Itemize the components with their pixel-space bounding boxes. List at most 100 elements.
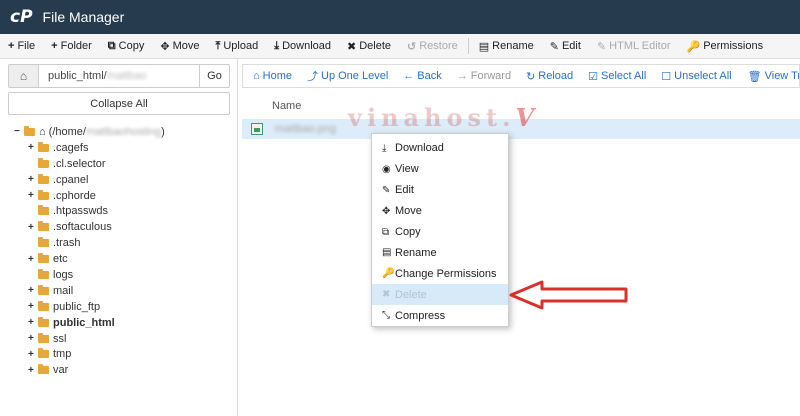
menu-item-label: Rename bbox=[395, 246, 437, 259]
folder-icon bbox=[38, 189, 49, 200]
up-one-level-button[interactable]: ⤴ Up One Level bbox=[307, 68, 388, 84]
expand-toggle-icon[interactable]: + bbox=[28, 254, 38, 265]
menu-item-compress[interactable]: ⤡ Compress bbox=[372, 305, 508, 326]
cpanel-logo: cP bbox=[10, 7, 33, 27]
menu-item-edit[interactable]: ✎ Edit bbox=[372, 180, 508, 201]
tree-item[interactable]: + .cpanel bbox=[28, 172, 234, 188]
folder-button[interactable]: + Folder bbox=[51, 40, 92, 52]
menu-item-delete[interactable]: ✖ Delete bbox=[372, 284, 508, 306]
forward-button[interactable]: → Forward bbox=[457, 70, 511, 82]
file-name: mattbao.png bbox=[275, 123, 337, 135]
html-editor-button[interactable]: ✎ HTML Editor bbox=[597, 40, 671, 53]
menu-item-rename[interactable]: ▤ Rename bbox=[372, 242, 508, 263]
menu-item-label: View bbox=[395, 163, 419, 176]
move-button[interactable]: ✥ Move bbox=[160, 40, 199, 53]
tree-item[interactable]: + .cagefs bbox=[28, 140, 234, 156]
tree-item-label: ssl bbox=[53, 332, 67, 345]
select-all-button[interactable]: ☑ Select All bbox=[588, 70, 646, 83]
tree-item[interactable]: + mail bbox=[28, 283, 234, 299]
expand-toggle-icon[interactable]: + bbox=[28, 349, 38, 360]
expand-toggle-icon[interactable]: + bbox=[28, 190, 38, 201]
move-icon: ✥ bbox=[382, 205, 391, 217]
tree-item[interactable]: + tmp bbox=[28, 346, 234, 362]
home-button[interactable]: ⌂ Home bbox=[253, 70, 292, 82]
menu-item-view[interactable]: ◉ View bbox=[372, 159, 508, 180]
download-button[interactable]: ⤓ Download bbox=[274, 40, 331, 53]
context-menu: ⤓ Download ◉ View ✎ Edit ✥ Move ⧉ Copy ▤ Rename 🔑 Cha… bbox=[371, 133, 509, 327]
expand-toggle-icon[interactable]: + bbox=[28, 301, 38, 312]
tree-item[interactable]: .htpasswds bbox=[28, 203, 234, 219]
back-button[interactable]: ← Back bbox=[403, 70, 441, 82]
move-icon: ✥ bbox=[160, 40, 170, 53]
tree-item[interactable]: .trash bbox=[28, 235, 234, 251]
tree-item[interactable]: + public_ftp bbox=[28, 299, 234, 315]
expand-toggle-icon[interactable]: + bbox=[28, 174, 38, 185]
expand-toggle-icon[interactable]: + bbox=[28, 222, 38, 233]
copy-button[interactable]: ⧉ Copy bbox=[108, 40, 145, 53]
tree-item[interactable]: + .cphorde bbox=[28, 188, 234, 204]
view-icon: ◉ bbox=[382, 163, 391, 175]
download-icon: ⤓ bbox=[382, 142, 387, 154]
tree-item[interactable]: logs bbox=[28, 267, 234, 283]
expand-toggle-icon[interactable]: + bbox=[28, 333, 38, 344]
expand-toggle-icon[interactable]: + bbox=[28, 285, 38, 296]
home-icon: ⌂ bbox=[253, 70, 260, 82]
view-tras-button[interactable]: 🗑View Tras bbox=[747, 70, 799, 83]
folder-icon bbox=[38, 332, 49, 343]
file-button[interactable]: + File bbox=[8, 40, 35, 52]
restore-button[interactable]: ↺ Restore bbox=[407, 40, 458, 53]
path-input[interactable]: public_html/mattbao bbox=[39, 65, 199, 87]
delete-button[interactable]: ✖ Delete bbox=[347, 40, 391, 53]
folder-icon bbox=[38, 284, 49, 295]
tree-item[interactable]: + ssl bbox=[28, 331, 234, 347]
rename-icon: ▤ bbox=[382, 247, 392, 259]
upload-icon: ⤒ bbox=[215, 39, 221, 52]
menu-item-label: Copy bbox=[395, 226, 421, 238]
rename-icon: ▤ bbox=[478, 40, 490, 53]
toolbar-label: Copy bbox=[118, 40, 145, 52]
menu-item-label: Delete bbox=[395, 288, 427, 301]
trash-icon: 🗑 bbox=[747, 70, 762, 83]
tree-item-label: .cagefs bbox=[53, 141, 89, 154]
download-icon: ⤓ bbox=[274, 39, 280, 52]
folder-icon bbox=[38, 173, 49, 184]
forward-icon: → bbox=[456, 70, 468, 82]
permissions-button[interactable]: 🔑 Permissions bbox=[686, 40, 763, 53]
menu-item-move[interactable]: ✥ Move bbox=[372, 201, 508, 222]
tree-item[interactable]: + etc bbox=[28, 251, 234, 267]
unselect-all-button[interactable]: ☐ Unselect All bbox=[661, 70, 731, 83]
expand-toggle-icon[interactable]: + bbox=[28, 142, 38, 153]
menu-item-copy[interactable]: ⧉ Copy bbox=[372, 222, 508, 243]
toolbar-divider bbox=[467, 38, 469, 54]
tree-root[interactable]: − ⌂ (/home/mattbaohosting) bbox=[14, 124, 234, 140]
navbar-label: Reload bbox=[538, 70, 574, 82]
annotation-arrow-icon bbox=[509, 280, 628, 310]
tree-item-label: tmp bbox=[53, 348, 72, 361]
tree-item[interactable]: + public_html bbox=[28, 315, 234, 331]
menu-item-label: Move bbox=[395, 205, 422, 218]
html-editor-icon: ✎ bbox=[596, 40, 607, 53]
collapse-toggle-icon[interactable]: − bbox=[14, 126, 24, 137]
edit-button[interactable]: ✎ Edit bbox=[550, 40, 581, 53]
tree-item[interactable]: + var bbox=[28, 362, 234, 378]
tree-item[interactable]: + .softaculous bbox=[28, 219, 234, 235]
app-title: File Manager bbox=[42, 9, 125, 25]
expand-toggle-icon[interactable]: + bbox=[28, 317, 38, 328]
reload-button[interactable]: ↻ Reload bbox=[526, 70, 573, 83]
menu-item-change-permissions[interactable]: 🔑 Change Permissions bbox=[372, 263, 508, 284]
folder-icon bbox=[38, 141, 49, 152]
navbar-label: View Tras bbox=[764, 70, 799, 82]
edit-icon: ✎ bbox=[382, 184, 391, 196]
tree-item[interactable]: .cl.selector bbox=[28, 156, 234, 172]
rename-button[interactable]: ▤ Rename bbox=[479, 40, 534, 53]
expand-toggle-icon[interactable]: + bbox=[28, 365, 38, 376]
collapse-all-button[interactable]: Collapse All bbox=[8, 92, 230, 115]
column-header-name[interactable]: Name bbox=[272, 100, 301, 112]
menu-item-download[interactable]: ⤓ Download bbox=[372, 138, 508, 159]
toolbar-label: Permissions bbox=[703, 40, 764, 52]
go-button[interactable]: Go bbox=[199, 65, 229, 87]
upload-button[interactable]: ⤒ Upload bbox=[215, 40, 258, 53]
menu-item-label: Download bbox=[395, 142, 444, 155]
home-icon[interactable]: ⌂ bbox=[9, 65, 39, 87]
plus-icon: + bbox=[51, 40, 58, 52]
